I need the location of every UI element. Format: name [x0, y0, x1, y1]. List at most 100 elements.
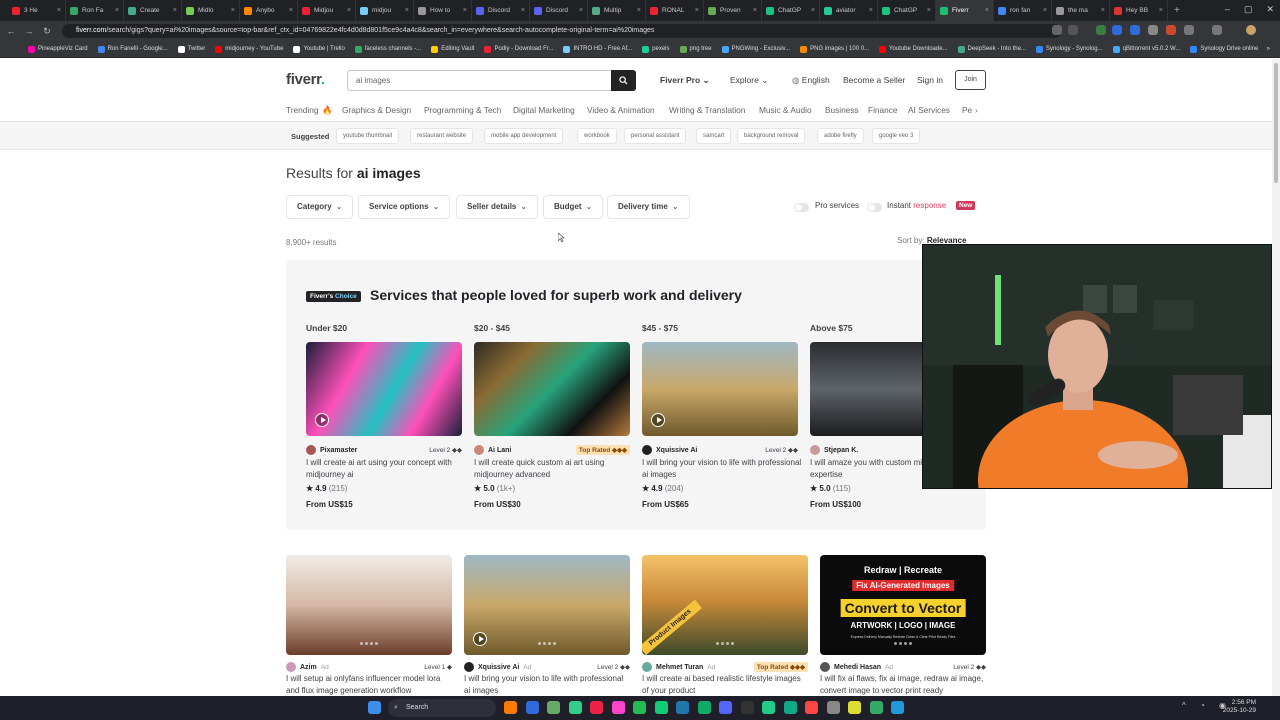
- extension-icon[interactable]: [1148, 25, 1158, 35]
- url-field[interactable]: fiverr.com/search/gigs?query=ai%20images…: [62, 24, 1062, 38]
- page-scrollbar[interactable]: [1272, 59, 1280, 696]
- taskbar-app-icon[interactable]: [633, 701, 646, 714]
- taskbar-app-icon[interactable]: [676, 701, 689, 714]
- taskbar-app-icon[interactable]: [848, 701, 861, 714]
- taskbar-app-icon[interactable]: [740, 701, 754, 714]
- gig-title[interactable]: I will fix ai flaws, fix ai image, redra…: [820, 673, 986, 696]
- seller-name[interactable]: Xquissive Ai: [478, 664, 519, 671]
- download-icon[interactable]: [1212, 25, 1222, 35]
- category-trending[interactable]: Trending: [286, 105, 318, 115]
- browser-tab[interactable]: the ma ×: [1052, 0, 1110, 21]
- tab-close-icon[interactable]: ×: [405, 7, 409, 14]
- carousel-dot[interactable]: [548, 642, 551, 645]
- extension-icon[interactable]: [1130, 25, 1140, 35]
- play-icon[interactable]: [315, 413, 329, 427]
- profile-avatar[interactable]: [1246, 25, 1256, 35]
- tab-close-icon[interactable]: ×: [1101, 7, 1105, 14]
- search-button[interactable]: [611, 70, 636, 91]
- browser-tab[interactable]: Anybo ×: [240, 0, 298, 21]
- reload-icon[interactable]: ↻: [40, 26, 54, 37]
- tab-close-icon[interactable]: ×: [57, 7, 61, 14]
- tab-close-icon[interactable]: ×: [1159, 7, 1163, 14]
- browser-tab[interactable]: 3 He ×: [8, 0, 66, 21]
- gig-image[interactable]: [464, 555, 630, 655]
- tab-close-icon[interactable]: ×: [289, 7, 293, 14]
- seller-name[interactable]: Mehmet Turan: [656, 664, 703, 671]
- taskbar-app-icon[interactable]: [826, 701, 840, 714]
- extension-icon[interactable]: [1096, 25, 1106, 35]
- tab-close-icon[interactable]: ×: [347, 7, 351, 14]
- tab-close-icon[interactable]: ×: [927, 7, 931, 14]
- carousel-dot[interactable]: [721, 642, 724, 645]
- browser-tab[interactable]: Discord ×: [530, 0, 588, 21]
- bookmark-item[interactable]: Podly - Download Fr...: [484, 45, 553, 53]
- minimize-icon[interactable]: –: [1225, 4, 1230, 15]
- bookmark-item[interactable]: Synology Drive online: [1190, 45, 1258, 53]
- extension-icon[interactable]: [1184, 25, 1194, 35]
- tab-close-icon[interactable]: ×: [811, 7, 815, 14]
- nav-language[interactable]: ◍ English: [792, 75, 830, 86]
- taskbar-app-icon[interactable]: [805, 701, 818, 714]
- gig-card[interactable]: Xquissive Ai Ad Level 2 ◆◆ I will bring you…: [464, 555, 630, 696]
- gig-title[interactable]: I will create quick custom ai art using …: [474, 457, 634, 481]
- suggested-chip[interactable]: mobile app development: [484, 128, 564, 144]
- taskbar-app-icon[interactable]: [697, 701, 711, 714]
- carousel-dot[interactable]: [538, 642, 541, 645]
- seller-name[interactable]: Mehedi Hasan: [834, 664, 881, 671]
- browser-tab[interactable]: Hey BB ×: [1110, 0, 1168, 21]
- tab-close-icon[interactable]: ×: [115, 7, 119, 14]
- taskbar-app-icon[interactable]: [719, 701, 732, 714]
- heart-icon[interactable]: [786, 563, 800, 575]
- tab-close-icon[interactable]: ×: [695, 7, 699, 14]
- browser-tab[interactable]: Fiverr ×: [936, 0, 994, 21]
- forward-icon[interactable]: →: [22, 26, 36, 36]
- category-digital-marketing[interactable]: Digital Marketing: [513, 105, 575, 115]
- carousel-dot[interactable]: [894, 642, 897, 645]
- suggested-chip[interactable]: restaurant website: [410, 128, 474, 144]
- maximize-icon[interactable]: ▢: [1244, 4, 1253, 15]
- chevron-right-icon[interactable]: ›: [975, 105, 978, 115]
- category-graphics-design[interactable]: Graphics & Design: [342, 105, 411, 115]
- gig-card[interactable]: Azim Ad Level 1 ◆ I will setup ai onlyfans …: [286, 555, 452, 696]
- browser-tab[interactable]: RONAL ×: [646, 0, 704, 21]
- browser-tab[interactable]: Discord ×: [472, 0, 530, 21]
- suggested-chip[interactable]: workbook: [577, 128, 617, 144]
- filter-seller-details[interactable]: Seller details ⌄: [456, 195, 539, 219]
- carousel-dot[interactable]: [909, 642, 912, 645]
- carousel-dot[interactable]: [375, 642, 378, 645]
- gig-image[interactable]: Product Images: [642, 555, 808, 655]
- taskbar-search[interactable]: ⌕ Search: [388, 699, 496, 717]
- seller-name[interactable]: Ai Lani: [488, 447, 511, 454]
- carousel-dots[interactable]: [716, 642, 734, 645]
- close-window-icon[interactable]: ✕: [1266, 4, 1274, 15]
- gig-title[interactable]: I will bring your vision to life with pr…: [642, 457, 802, 481]
- browser-tab[interactable]: ron fan ×: [994, 0, 1052, 21]
- filter-category[interactable]: Category ⌄: [286, 195, 354, 219]
- nav-explore[interactable]: Explore ⌄: [730, 75, 768, 86]
- seller-name[interactable]: Stjepan K.: [824, 447, 858, 454]
- back-icon[interactable]: ←: [4, 26, 18, 36]
- gig-title[interactable]: I will create ai art using your concept …: [306, 457, 466, 481]
- heart-icon[interactable]: [964, 563, 978, 575]
- carousel-dot[interactable]: [360, 642, 363, 645]
- heart-icon[interactable]: [608, 563, 622, 575]
- bookmark-item[interactable]: Youtube Downloade...: [879, 45, 948, 53]
- category-ai-services[interactable]: AI Services: [908, 105, 950, 115]
- new-tab-button[interactable]: +: [1174, 5, 1180, 16]
- gig-title[interactable]: I will setup ai onlyfans influencer mode…: [286, 673, 452, 696]
- taskbar-app-icon[interactable]: [504, 701, 517, 714]
- carousel-dots[interactable]: [538, 642, 556, 645]
- gig-card[interactable]: Pixamaster Level 2 ◆◆ I will create ai art…: [306, 342, 466, 517]
- tab-close-icon[interactable]: ×: [753, 7, 757, 14]
- category-music-audio[interactable]: Music & Audio: [759, 105, 812, 115]
- search-input[interactable]: ai images: [347, 70, 636, 91]
- tab-close-icon[interactable]: ×: [637, 7, 641, 14]
- tab-close-icon[interactable]: ×: [521, 7, 525, 14]
- suggested-chip[interactable]: google veo 3: [872, 128, 921, 144]
- seller-name[interactable]: Pixamaster: [320, 447, 357, 454]
- tab-close-icon[interactable]: ×: [231, 7, 235, 14]
- instant-response-toggle[interactable]: [867, 203, 882, 212]
- gig-title[interactable]: I will create ai based realistic lifesty…: [642, 673, 808, 696]
- carousel-dot[interactable]: [365, 642, 368, 645]
- gig-image[interactable]: Redraw | Recreate Fix AI-Generated Images…: [820, 555, 986, 655]
